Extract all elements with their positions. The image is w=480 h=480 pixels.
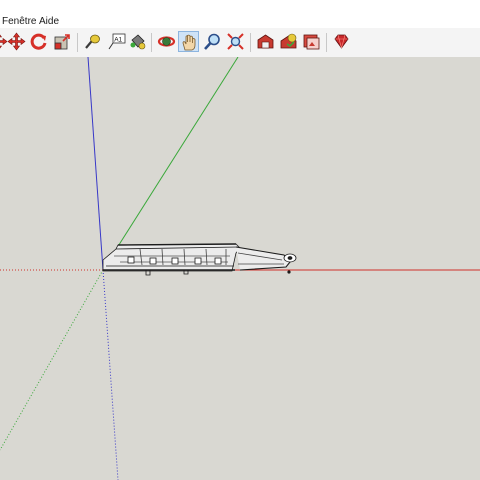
text-tool-button[interactable]: A1 — [106, 31, 127, 52]
move-arrows-button[interactable] — [6, 31, 27, 52]
tape-measure-button[interactable] — [82, 31, 103, 52]
pan-hand-icon — [182, 34, 196, 51]
share-model-icon — [280, 33, 297, 49]
model-viewport[interactable] — [0, 57, 480, 480]
toolbar-separator — [77, 33, 78, 52]
green-axis-negative — [0, 269, 104, 451]
share-model-button[interactable] — [278, 31, 299, 52]
ruby-gem-icon — [334, 34, 349, 49]
toolbar-separator — [326, 33, 327, 52]
paint-bucket-icon — [130, 34, 146, 50]
orbit-icon — [157, 36, 176, 47]
green-axis — [102, 57, 239, 271]
scene-canvas[interactable] — [0, 57, 480, 480]
menu-aide[interactable]: Aide — [39, 16, 59, 28]
zoom-extents-button[interactable] — [225, 31, 246, 52]
paint-bucket-button[interactable] — [127, 31, 148, 52]
3d-warehouse-icon — [257, 34, 274, 49]
extension-warehouse-button[interactable] — [331, 31, 352, 52]
toolbar: A1 — [0, 28, 480, 58]
scale-tool-button[interactable] — [52, 31, 73, 52]
toolbar-separator — [151, 33, 152, 52]
toolbar-separator — [250, 33, 251, 52]
blue-axis-negative — [102, 269, 119, 480]
warehouse-button[interactable] — [255, 31, 276, 52]
rotate-tool-button[interactable] — [28, 31, 49, 52]
scale-icon — [54, 34, 70, 50]
move-icon — [7, 32, 26, 51]
orbit-tool-button[interactable] — [156, 31, 177, 52]
photo-texture-icon — [303, 34, 320, 50]
tape-measure-icon — [85, 34, 100, 49]
menu-bar: Fenêtre Aide — [0, 0, 480, 28]
zoom-icon — [204, 33, 220, 50]
text-tool-label: A1 — [114, 36, 122, 43]
pan-tool-button[interactable] — [178, 31, 199, 52]
text-icon: A1 — [108, 33, 126, 50]
zoom-extents-icon — [227, 33, 244, 50]
photo-texture-button[interactable] — [301, 31, 322, 52]
blue-axis — [87, 57, 104, 271]
rotate-icon — [30, 33, 47, 50]
zoom-tool-button[interactable] — [202, 31, 223, 52]
menu-fenetre[interactable]: Fenêtre — [2, 16, 36, 28]
